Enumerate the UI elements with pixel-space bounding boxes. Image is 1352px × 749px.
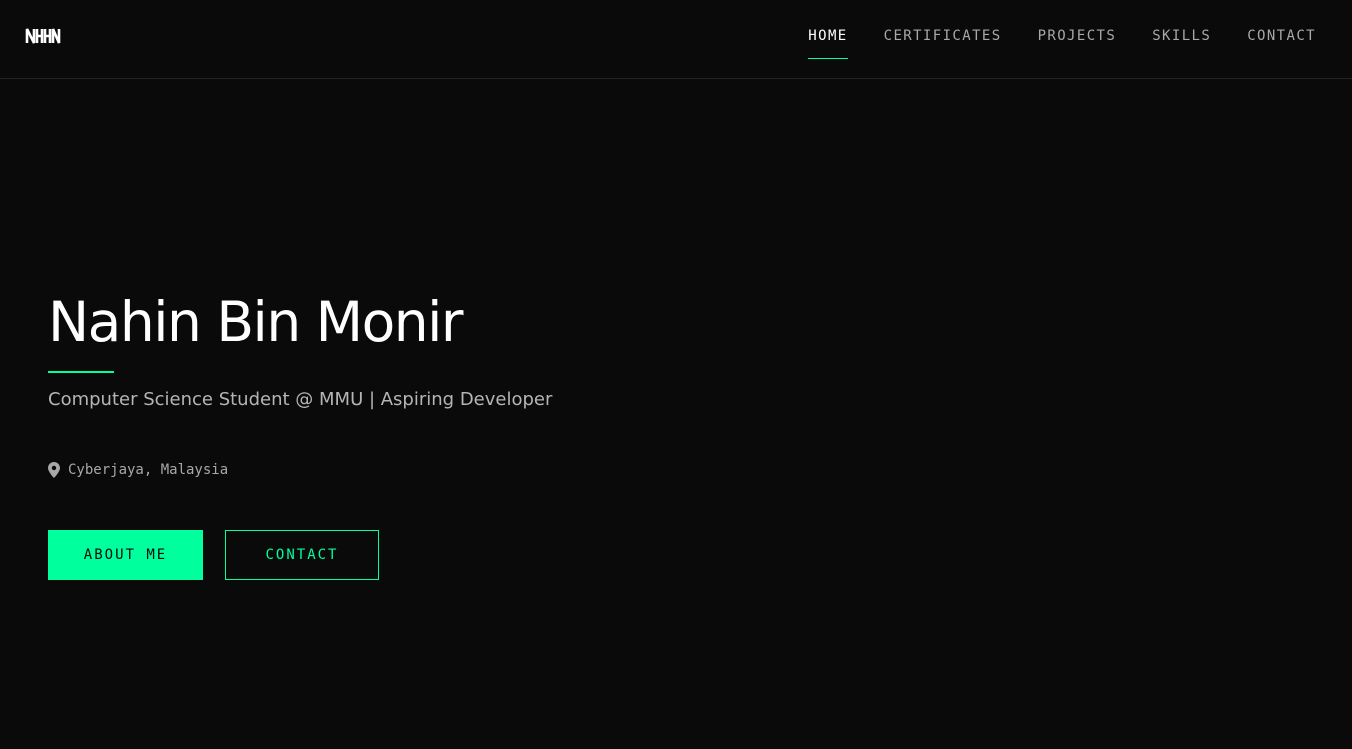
nav-item-contact[interactable]: CONTACT bbox=[1247, 0, 1316, 79]
location-text: Cyberjaya, Malaysia bbox=[68, 462, 229, 478]
logo-monogram-icon bbox=[25, 28, 61, 44]
nav-item-projects[interactable]: PROJECTS bbox=[1038, 0, 1117, 79]
hero-name-heading: Nahin Bin Monir bbox=[48, 290, 464, 354]
about-me-button[interactable]: ABOUT ME bbox=[48, 530, 203, 580]
title-accent-underline bbox=[48, 371, 114, 373]
top-navigation-bar: HOME CERTIFICATES PROJECTS SKILLS CONTAC… bbox=[0, 0, 1352, 79]
map-pin-icon bbox=[48, 462, 60, 478]
nav-item-certificates[interactable]: CERTIFICATES bbox=[884, 0, 1002, 79]
nav-item-skills[interactable]: SKILLS bbox=[1152, 0, 1211, 79]
site-logo[interactable] bbox=[25, 27, 61, 48]
hero-subtitle: Computer Science Student @ MMU | Aspirin… bbox=[48, 389, 553, 410]
contact-button[interactable]: CONTACT bbox=[225, 530, 379, 580]
location-row: Cyberjaya, Malaysia bbox=[48, 462, 228, 478]
nav-item-home[interactable]: HOME bbox=[808, 0, 848, 79]
main-nav: HOME CERTIFICATES PROJECTS SKILLS CONTAC… bbox=[808, 0, 1316, 79]
